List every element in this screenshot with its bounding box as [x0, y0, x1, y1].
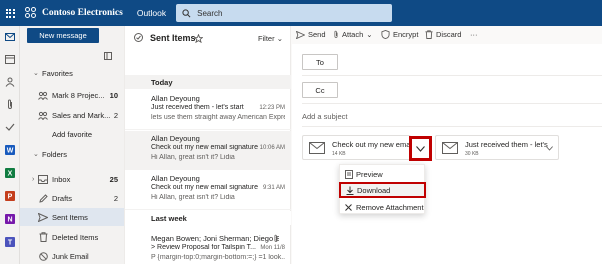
- to-button[interactable]: To: [302, 54, 338, 70]
- discard-button[interactable]: Discard: [425, 30, 461, 39]
- favorite-item[interactable]: Sales and Mark... 2: [20, 106, 124, 124]
- inbox-icon: [38, 174, 48, 184]
- todo-icon[interactable]: [4, 121, 16, 133]
- lock-icon: [381, 30, 390, 39]
- search-box[interactable]: [176, 4, 393, 22]
- menu-item-remove-attachment[interactable]: Remove Attachment: [340, 199, 426, 215]
- pencil-icon: [38, 193, 48, 203]
- message-item[interactable]: Allan Deyoung Check out my new email sig…: [125, 131, 291, 170]
- group-header-today: Today: [125, 75, 291, 89]
- attachment-options-button[interactable]: [409, 136, 432, 161]
- group-icon: [38, 110, 48, 120]
- message-item[interactable]: Allan Deyoung Check out my new email sig…: [125, 171, 291, 210]
- email-file-icon: [442, 142, 458, 154]
- svg-text:X: X: [8, 171, 13, 178]
- filter-button[interactable]: Filter ⌄: [258, 34, 283, 43]
- chevron-down-icon: [416, 145, 425, 152]
- favorites-header[interactable]: ⌄ Favorites: [20, 64, 124, 82]
- divider: [302, 126, 602, 127]
- chevron-down-icon: ⌄: [33, 70, 39, 77]
- message-list: Sent Items Filter ⌄ Today Allan Deyoung …: [124, 26, 291, 264]
- powerpoint-icon[interactable]: P: [4, 190, 16, 202]
- select-all-icon[interactable]: [134, 33, 143, 42]
- subject-input[interactable]: Add a subject: [302, 112, 347, 121]
- mail-icon[interactable]: [4, 31, 16, 43]
- collapse-pane-icon[interactable]: [104, 52, 112, 62]
- encrypt-button[interactable]: Encrypt: [381, 30, 418, 39]
- contoso-logo-icon: [25, 7, 37, 19]
- star-icon[interactable]: [194, 34, 203, 43]
- teams-icon[interactable]: T: [4, 236, 16, 248]
- junk-icon: [38, 251, 48, 261]
- svg-text:N: N: [7, 217, 12, 224]
- chevron-down-icon: ⌄: [33, 151, 39, 158]
- menu-item-download[interactable]: Download: [339, 182, 426, 198]
- email-file-icon: [309, 142, 325, 154]
- attachment-card[interactable]: Check out my new email ... 14 KB: [302, 135, 412, 160]
- word-icon[interactable]: W: [4, 144, 16, 156]
- folders-header[interactable]: ⌄ Folders: [20, 145, 124, 163]
- svg-text:P: P: [8, 194, 13, 201]
- cc-button[interactable]: Cc: [302, 82, 338, 98]
- calendar-icon[interactable]: [4, 53, 16, 65]
- folder-item-drafts[interactable]: Drafts 2: [20, 189, 124, 207]
- close-icon: [344, 203, 353, 211]
- send-icon: [296, 30, 305, 39]
- trash-icon: [38, 232, 48, 242]
- add-favorite-link[interactable]: Add favorite: [20, 125, 124, 143]
- search-input[interactable]: [197, 8, 378, 18]
- app-name[interactable]: Outlook: [137, 8, 166, 18]
- paperclip-icon: [334, 30, 338, 38]
- onenote-icon[interactable]: N: [4, 213, 16, 225]
- folder-item-junk[interactable]: Junk Email: [20, 247, 124, 264]
- more-options-button[interactable]: ···: [470, 30, 478, 39]
- folder-item-inbox[interactable]: › Inbox 25: [20, 170, 124, 188]
- list-header: Sent Items Filter ⌄: [125, 26, 291, 48]
- folder-item-sent[interactable]: Sent Items: [20, 208, 124, 226]
- brand-name: Contoso Electronics: [42, 8, 123, 18]
- divider: [302, 103, 602, 104]
- app-rail: W X P N T: [0, 26, 20, 264]
- new-message-button[interactable]: New message: [27, 28, 99, 43]
- message-item[interactable]: Megan Bowen; Joni Sherman; Diego S... > …: [125, 231, 291, 264]
- attachment-icon: [274, 234, 278, 242]
- favorite-item[interactable]: Mark 8 Projec... 10: [20, 86, 124, 104]
- group-icon: [38, 90, 48, 100]
- chevron-down-icon[interactable]: [546, 146, 553, 151]
- group-header-last-week: Last week: [125, 211, 291, 225]
- download-icon: [345, 186, 354, 195]
- attach-button[interactable]: Attach ⌄: [333, 30, 373, 39]
- svg-text:W: W: [7, 148, 14, 155]
- message-item[interactable]: Allan Deyoung Just received them - let's…: [125, 91, 291, 130]
- brand: Contoso Electronics: [25, 7, 123, 19]
- search-icon: [182, 8, 191, 17]
- trash-icon: [425, 30, 433, 39]
- menu-item-preview[interactable]: Preview: [340, 166, 426, 182]
- top-bar: Contoso Electronics Outlook: [0, 0, 602, 26]
- attachment-card[interactable]: Just received them - let's st... 30 KB: [435, 135, 559, 160]
- people-icon[interactable]: [4, 76, 16, 88]
- chevron-right-icon: ›: [32, 175, 35, 183]
- excel-icon[interactable]: X: [4, 167, 16, 179]
- svg-text:T: T: [8, 240, 13, 247]
- list-title: Sent Items: [150, 33, 196, 43]
- chevron-down-icon: ⌄: [276, 34, 283, 43]
- command-bar: Send Attach ⌄ Encrypt Discard ···: [292, 26, 602, 44]
- attach-icon[interactable]: [4, 98, 16, 110]
- divider: [302, 75, 602, 76]
- send-icon: [38, 212, 48, 222]
- attachment-context-menu: Preview Download Remove Attachment: [339, 164, 426, 215]
- folder-item-deleted[interactable]: Deleted Items: [20, 228, 124, 246]
- folder-pane: New message ⌄ Favorites Mark 8 Projec...…: [20, 26, 124, 264]
- send-button[interactable]: Send: [296, 30, 326, 39]
- preview-icon: [344, 169, 353, 179]
- compose-pane: Send Attach ⌄ Encrypt Discard ··· To Cc …: [292, 26, 602, 264]
- chevron-down-icon: ⌄: [366, 30, 373, 39]
- app-launcher-icon[interactable]: [0, 0, 20, 26]
